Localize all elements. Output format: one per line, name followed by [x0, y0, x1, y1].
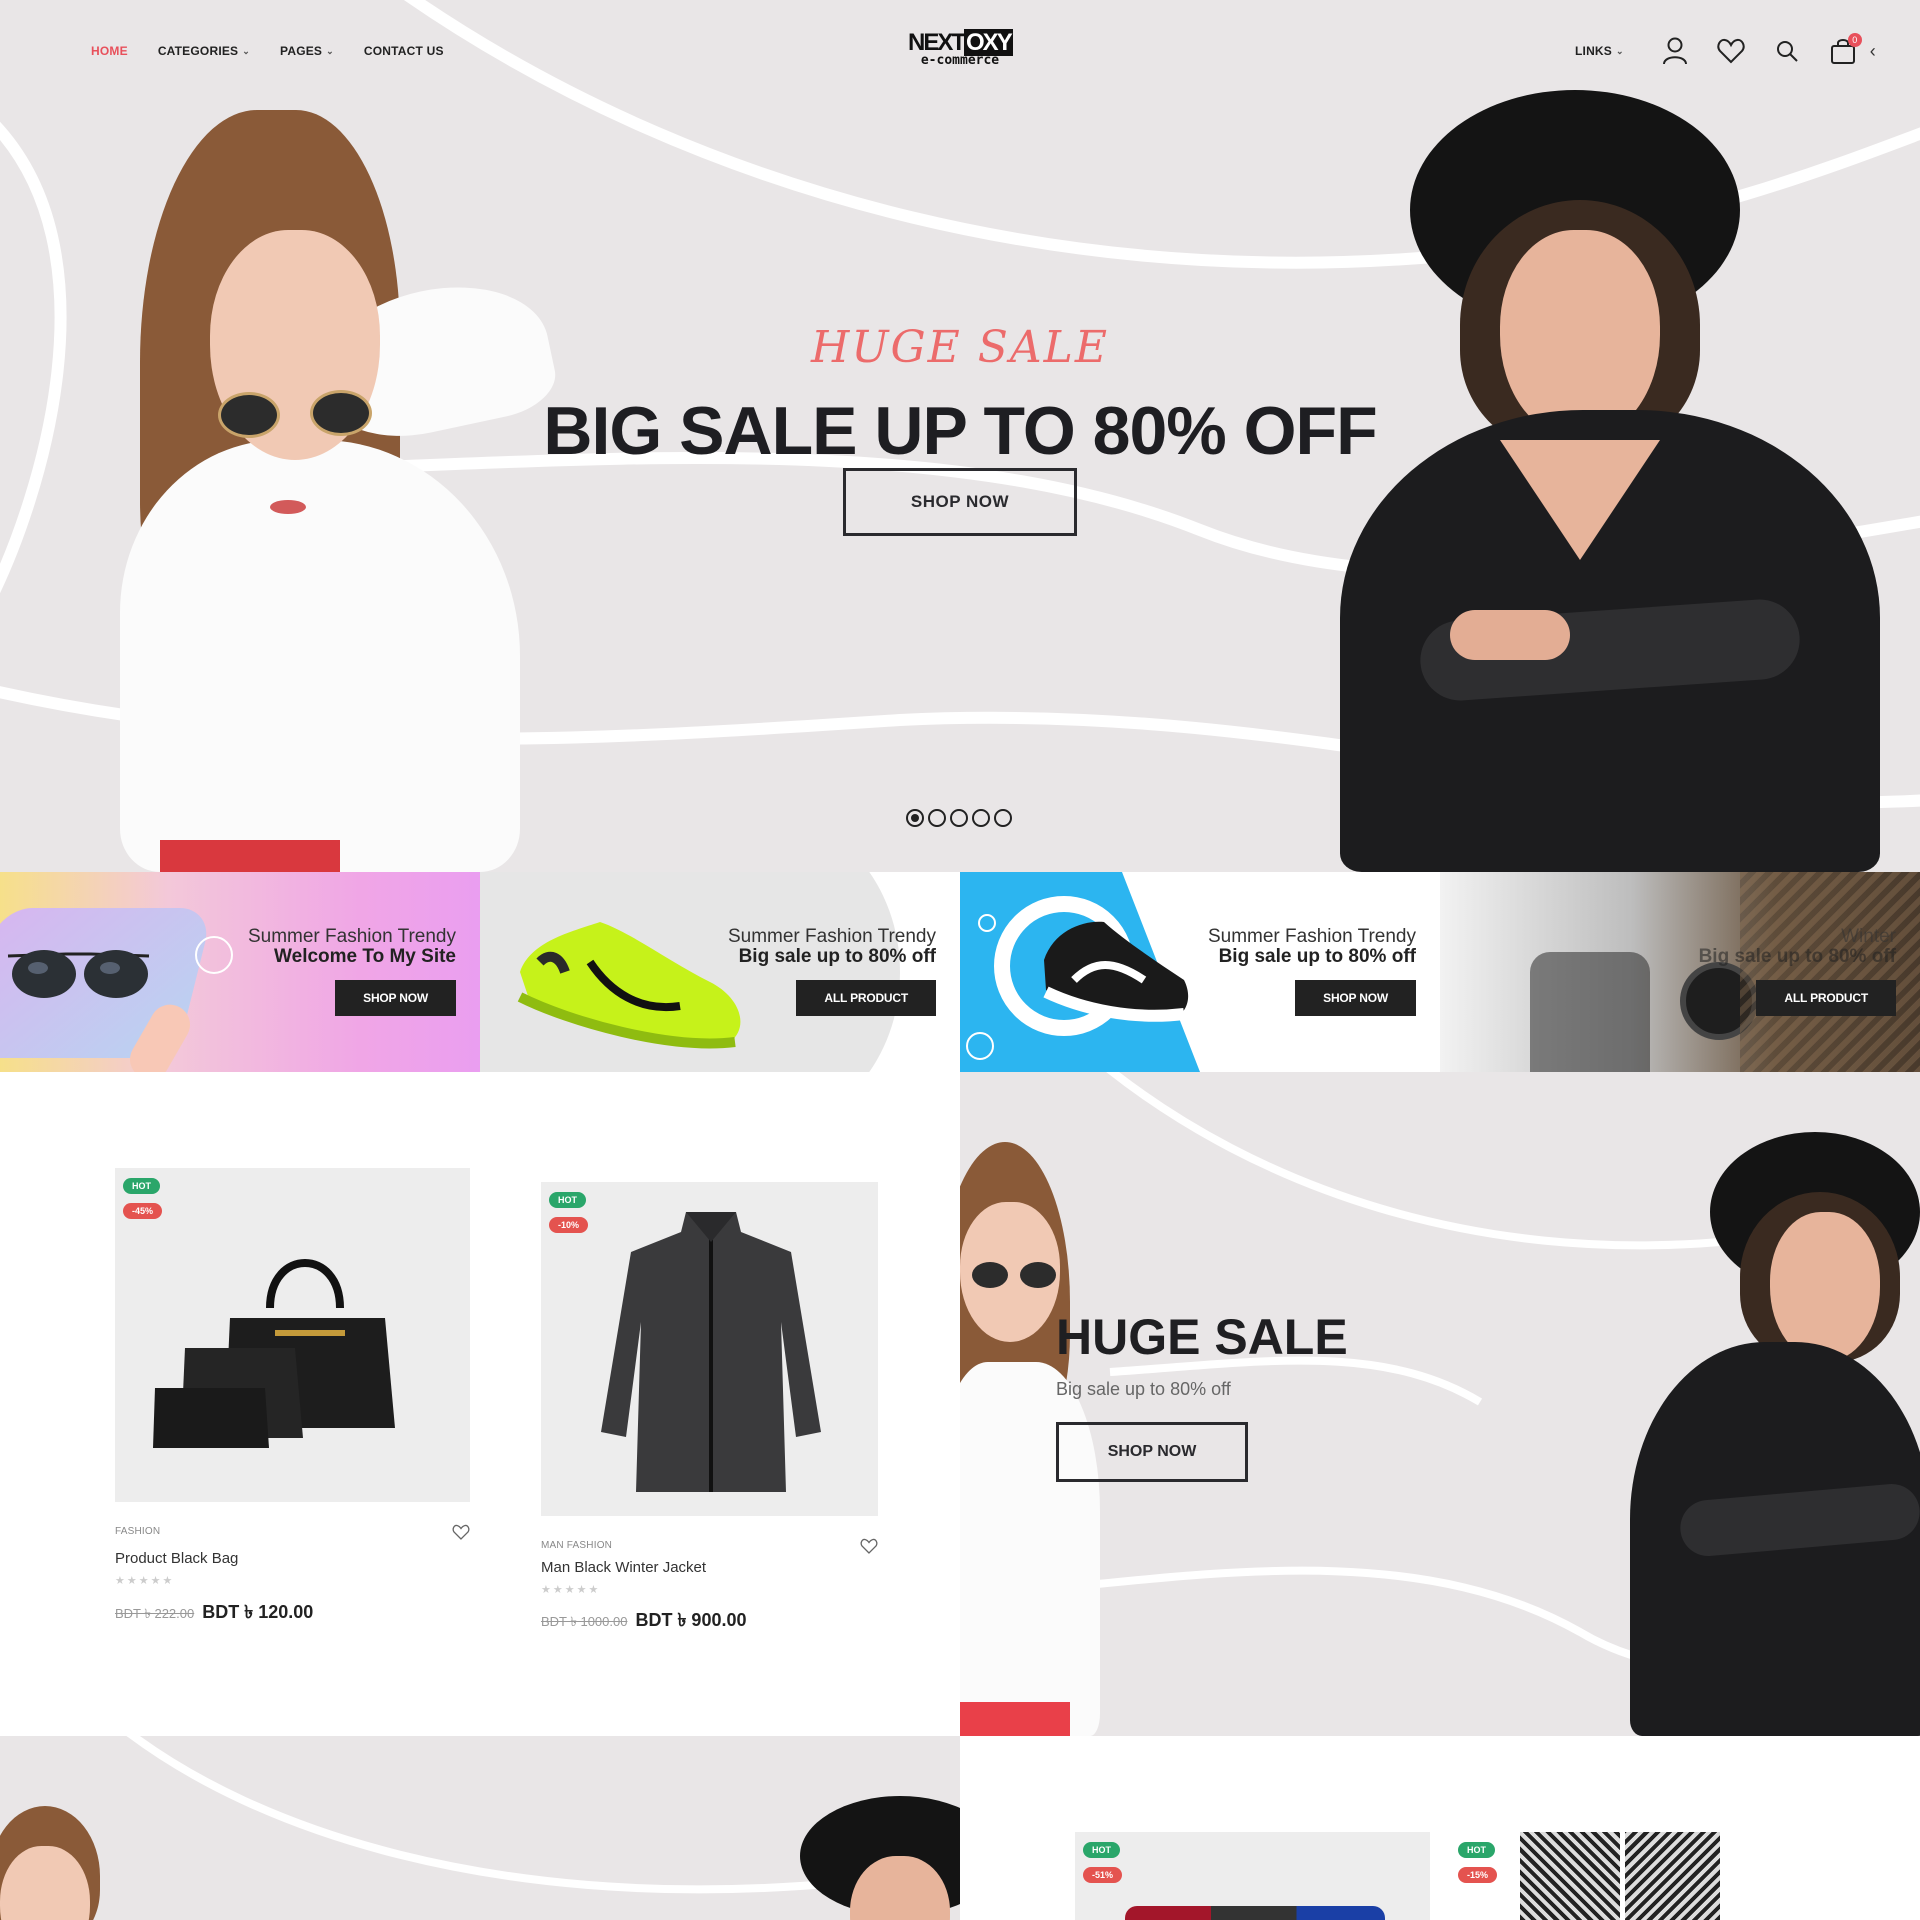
- heart-icon[interactable]: [1716, 36, 1746, 66]
- discount-badge: -51%: [1083, 1867, 1123, 1883]
- banner-tile: Summer Fashion Trendy Big sale up to 80%…: [960, 872, 1440, 1072]
- rating-stars: ★★★★★: [115, 1575, 175, 1587]
- search-icon[interactable]: [1772, 36, 1802, 66]
- slider-dot[interactable]: [928, 809, 946, 827]
- product-image[interactable]: HOT -15%: [1450, 1832, 1740, 1920]
- discount-badge: -45%: [123, 1203, 163, 1219]
- black-jacket-image: [601, 1212, 821, 1492]
- header-tools: LINKS ⌄ 0 ‹: [1575, 33, 1876, 66]
- old-price: BDT ৳ 1000.00: [541, 1614, 628, 1629]
- promo-subtitle: Big sale up to 80% off: [1056, 1379, 1231, 1399]
- hot-badge: HOT: [1458, 1842, 1495, 1858]
- product-grid: HOT -45% FASHION Product Black Bag ★★★★★…: [0, 1072, 960, 1736]
- product-price: BDT ৳ 1000.00 BDT ৳ 900.00: [541, 1606, 746, 1637]
- product-name[interactable]: Product Black Bag: [115, 1550, 238, 1567]
- main-nav: HOME CATEGORIES ⌄ PAGES ⌄ CONTACT US: [91, 44, 444, 58]
- chevron-down-icon: ⌄: [1616, 45, 1624, 56]
- links-dropdown[interactable]: LINKS ⌄: [1575, 44, 1624, 58]
- banner-all-product-button[interactable]: ALL PRODUCT: [1756, 980, 1896, 1016]
- hero-shop-now-button[interactable]: SHOP NOW: [843, 468, 1077, 536]
- site-logo[interactable]: NEXTOXY e-commerce: [908, 29, 1013, 68]
- product-category: MAN FASHION: [541, 1540, 613, 1551]
- hot-badge: HOT: [549, 1192, 586, 1208]
- slider-dot[interactable]: [994, 809, 1012, 827]
- user-icon[interactable]: [1660, 36, 1690, 66]
- hero-title: BIG SALE UP TO 80% OFF: [543, 393, 1377, 469]
- promo-model-right: [1570, 1132, 1920, 1736]
- chevron-down-icon: ⌄: [326, 45, 334, 56]
- banner-tile: Summer Fashion Trendy Big sale up to 80%…: [480, 872, 960, 1072]
- product-image[interactable]: HOT -45%: [115, 1168, 470, 1502]
- slider-dot[interactable]: [906, 809, 924, 827]
- nav-item-home[interactable]: HOME: [91, 44, 128, 58]
- chevron-left-icon[interactable]: ‹: [1870, 41, 1876, 62]
- promo-banner: HUGE SALE Big sale up to 80% off SHOP NO…: [960, 1072, 1920, 1736]
- banner-all-product-button[interactable]: ALL PRODUCT: [796, 980, 936, 1016]
- wishlist-heart-icon[interactable]: [860, 1538, 878, 1554]
- cart-count-badge: 0: [1847, 33, 1862, 47]
- chevron-down-icon: ⌄: [242, 45, 251, 56]
- product-price: BDT ৳ 222.00 BDT ৳ 120.00: [115, 1598, 313, 1629]
- new-price: BDT ৳ 120.00: [202, 1602, 314, 1622]
- discount-badge: -10%: [549, 1217, 589, 1233]
- product-image[interactable]: HOT -51%: [1075, 1832, 1430, 1920]
- product-image[interactable]: HOT -10%: [541, 1182, 878, 1516]
- sunglasses-image: [7, 950, 150, 998]
- old-price: BDT ৳ 222.00: [115, 1606, 195, 1621]
- product-card[interactable]: HOT -45% FASHION Product Black Bag ★★★★★…: [115, 1168, 470, 1622]
- wishlist-heart-icon[interactable]: [452, 1524, 470, 1540]
- hot-badge: HOT: [123, 1178, 160, 1194]
- banner-shop-now-button[interactable]: SHOP NOW: [335, 980, 456, 1016]
- discount-badge: -15%: [1458, 1867, 1498, 1883]
- banner-text: Summer Fashion Trendy Welcome To My Site: [247, 926, 456, 967]
- promo-model-right: [790, 1796, 960, 1920]
- banner-shop-now-button[interactable]: SHOP NOW: [1295, 980, 1416, 1016]
- slider-pagination: [906, 809, 1012, 827]
- hero-subtitle: HUGE SALE: [811, 322, 1109, 373]
- new-price: BDT ৳ 900.00: [635, 1610, 747, 1630]
- banner-text: Winter Big sale up to 80% off: [1698, 926, 1896, 967]
- banner-text: Summer Fashion Trendy Big sale up to 80%…: [1207, 926, 1416, 967]
- banner-text: Summer Fashion Trendy Big sale up to 80%…: [727, 926, 936, 967]
- hero-slider: HOME CATEGORIES ⌄ PAGES ⌄ CONTACT US NEXTO…: [0, 0, 1920, 872]
- product-grid-secondary: HOT -51% HOT -15%: [960, 1736, 1920, 1920]
- product-name[interactable]: Man Black Winter Jacket: [541, 1559, 706, 1576]
- cart-icon[interactable]: 0: [1828, 33, 1862, 66]
- green-sneaker-image: [517, 922, 741, 1049]
- hero-model-left: [80, 100, 580, 872]
- slider-dot[interactable]: [950, 809, 968, 827]
- product-card[interactable]: HOT -51%: [1075, 1832, 1430, 1920]
- promo-banner-secondary: [0, 1736, 960, 1920]
- slider-dot[interactable]: [972, 809, 990, 827]
- hot-badge: HOT: [1083, 1842, 1120, 1858]
- hero-model-right: [1330, 90, 1890, 872]
- page: HOME CATEGORIES ⌄ PAGES ⌄ CONTACT US NEXTO…: [0, 0, 1920, 1920]
- product-card[interactable]: HOT -10% MAN FASHION Man Black Winter Ja…: [541, 1182, 878, 1630]
- nav-item-contact-us[interactable]: CONTACT US: [364, 44, 444, 58]
- product-card[interactable]: HOT -15%: [1450, 1832, 1740, 1920]
- product-category: FASHION: [115, 1526, 161, 1537]
- banner-tile: Summer Fashion Trendy Welcome To My Site…: [0, 872, 480, 1072]
- banner-strip: Summer Fashion Trendy Welcome To My Site…: [0, 872, 1920, 1072]
- black-sneaker-image: [1043, 921, 1189, 1022]
- nav-item-categories[interactable]: CATEGORIES ⌄: [158, 44, 250, 58]
- promo-model-left: [0, 1806, 130, 1920]
- banner-tile: Winter Big sale up to 80% off ALL PRODUC…: [1440, 872, 1920, 1072]
- promo-shop-now-button[interactable]: SHOP NOW: [1056, 1422, 1248, 1482]
- site-header: HOME CATEGORIES ⌄ PAGES ⌄ CONTACT US NEXTO…: [0, 0, 1920, 104]
- black-bag-image: [153, 1259, 395, 1448]
- rating-stars: ★★★★★: [541, 1584, 601, 1596]
- promo-title: HUGE SALE: [1056, 1309, 1348, 1365]
- nav-item-pages[interactable]: PAGES ⌄: [280, 44, 334, 58]
